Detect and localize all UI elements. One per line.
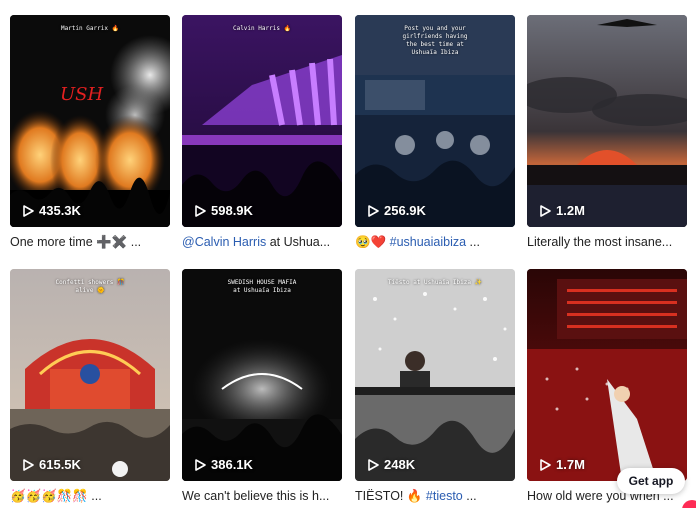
view-count-text: 248K (384, 457, 416, 472)
play-icon (195, 458, 206, 471)
play-icon (540, 458, 551, 471)
overlay-text: SWEDISH HOUSE MAFIA at Ushuaïa Ibiza (227, 279, 297, 294)
video-card[interactable]: Post you and your girlfriends having the… (355, 15, 515, 250)
video-card[interactable]: Confetti showers 🎊 alive 🌞 615.5K 🥳🥳🥳🎊🎊 … (10, 269, 170, 504)
play-icon (368, 458, 379, 471)
thumbnail-scene (527, 15, 687, 227)
video-caption[interactable]: TIËSTO! 🔥 #tiesto ... (355, 488, 515, 504)
caption-text: One more time ➕✖️ ... (10, 235, 142, 249)
caption-text: at Ushua... (266, 235, 331, 249)
view-count: 386.1K (194, 457, 253, 472)
caption-text: Literally the most insane... (527, 235, 673, 249)
video-thumbnail[interactable]: SWEDISH HOUSE MAFIA at Ushuaïa Ibiza 386… (182, 269, 342, 481)
view-count-text: 1.7M (556, 457, 585, 472)
video-caption[interactable]: 🥳🥳🥳🎊🎊 ... (10, 488, 170, 504)
thumbnail-scene (10, 269, 170, 481)
video-card[interactable]: USH Martin Garrix 🔥 435.3K One more time… (10, 15, 170, 250)
video-caption[interactable]: We can't believe this is h... (182, 488, 342, 504)
caption-text: We can't believe this is h... (182, 489, 330, 503)
thumbnail-scene (182, 269, 342, 481)
overlay-text: Martin Garrix 🔥 (60, 25, 120, 32)
thumbnail-scene (355, 269, 515, 481)
caption-text: ... (87, 489, 102, 503)
caption-emoji: 🥳🥳🥳🎊🎊 (10, 488, 88, 503)
overlay-text: Post you and your girlfriends having the… (402, 25, 468, 56)
caption-text: TIËSTO! 🔥 (355, 489, 423, 503)
view-count: 435.3K (22, 203, 81, 218)
view-count-text: 386.1K (211, 457, 253, 472)
video-thumbnail[interactable]: Confetti showers 🎊 alive 🌞 615.5K (10, 269, 170, 481)
caption-text: ... (466, 235, 480, 249)
view-count: 248K (367, 457, 415, 472)
video-caption[interactable]: 🥹❤️ #ushuaiaibiza ... (355, 234, 515, 250)
caption-emoji: 🥹❤️ (355, 234, 387, 249)
thumbnail-scene: USH (10, 15, 170, 227)
svg-text:USH: USH (60, 84, 104, 105)
caption-hashtag[interactable]: #ushuaiaibiza (386, 235, 466, 249)
play-icon (368, 204, 379, 217)
overlay-text: Tiësto at Ushuaïa Ibiza ✨ (387, 279, 483, 286)
get-app-button[interactable]: Get app (617, 468, 685, 494)
view-count: 1.2M (539, 203, 585, 218)
video-caption[interactable]: @Calvin Harris at Ushua... (182, 234, 342, 250)
video-thumbnail[interactable]: Post you and your girlfriends having the… (355, 15, 515, 227)
caption-mention[interactable]: @Calvin Harris (182, 235, 266, 249)
video-thumbnail[interactable]: 1.7M (527, 269, 687, 481)
play-icon (540, 204, 551, 217)
video-thumbnail[interactable]: USH Martin Garrix 🔥 435.3K (10, 15, 170, 227)
play-icon (23, 204, 34, 217)
thumbnail-scene (182, 15, 342, 227)
overlay-text: Calvin Harris 🔥 (232, 25, 292, 32)
play-icon (23, 458, 34, 471)
video-thumbnail[interactable]: Tiësto at Ushuaïa Ibiza ✨ 248K (355, 269, 515, 481)
video-card[interactable]: SWEDISH HOUSE MAFIA at Ushuaïa Ibiza 386… (182, 269, 342, 504)
video-card[interactable]: Calvin Harris 🔥 598.9K @Calvin Harris at… (182, 15, 342, 250)
view-count-text: 435.3K (39, 203, 81, 218)
video-card[interactable]: Tiësto at Ushuaïa Ibiza ✨ 248K TIËSTO! 🔥… (355, 269, 515, 504)
view-count-text: 256.9K (384, 203, 426, 218)
video-grid: USH Martin Garrix 🔥 435.3K One more time… (0, 0, 696, 508)
view-count: 598.9K (194, 203, 253, 218)
video-caption[interactable]: One more time ➕✖️ ... (10, 234, 170, 250)
play-icon (195, 204, 206, 217)
view-count-text: 615.5K (39, 457, 81, 472)
caption-text-suffix: ... (462, 489, 477, 503)
thumbnail-scene (527, 269, 687, 481)
video-thumbnail[interactable]: Calvin Harris 🔥 598.9K (182, 15, 342, 227)
view-count: 1.7M (539, 457, 585, 472)
view-count-text: 598.9K (211, 203, 253, 218)
video-card[interactable]: 1.2M Literally the most insane... (527, 15, 687, 250)
view-count: 615.5K (22, 457, 81, 472)
caption-hashtag[interactable]: #tiesto (422, 489, 463, 503)
video-thumbnail[interactable]: 1.2M (527, 15, 687, 227)
overlay-text: Confetti showers 🎊 alive 🌞 (55, 279, 125, 294)
video-caption[interactable]: Literally the most insane... (527, 234, 687, 250)
view-count-text: 1.2M (556, 203, 585, 218)
view-count: 256.9K (367, 203, 426, 218)
